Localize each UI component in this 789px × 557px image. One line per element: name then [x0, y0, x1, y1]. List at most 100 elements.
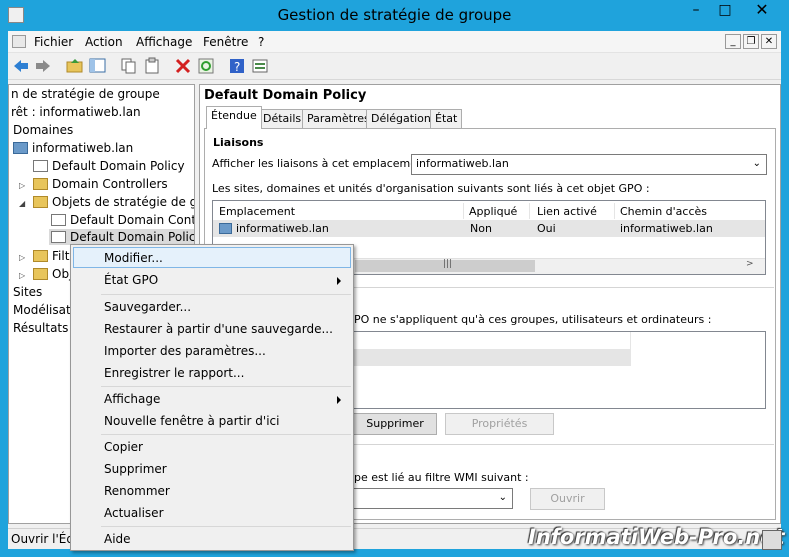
domain-icon	[219, 223, 232, 234]
tab-status[interactable]: État	[430, 109, 463, 128]
properties-button[interactable]: Propriétés	[445, 413, 554, 435]
submenu-arrow-icon	[337, 396, 341, 404]
col-location[interactable]: Emplacement	[219, 205, 295, 218]
chevron-down-icon: ⌄	[498, 492, 507, 503]
context-item-backup[interactable]: Sauvegarder...	[104, 300, 191, 314]
document-icon[interactable]	[12, 35, 26, 48]
context-item-gpo-status[interactable]: État GPO	[104, 273, 158, 287]
tree-dc-label: Domain Controllers	[52, 177, 168, 191]
menu-fenetre[interactable]: Fenêtre	[203, 35, 248, 49]
links-label: Afficher les liaisons à cet emplacement …	[212, 157, 436, 170]
security-filter-description: PO ne s'appliquent qu'à ces groupes, uti…	[354, 313, 712, 326]
row-path: informatiweb.lan	[620, 222, 713, 235]
row-enforced: Non	[470, 222, 492, 235]
col-divider	[529, 203, 530, 219]
col-divider	[463, 203, 464, 219]
menu-separator	[101, 526, 351, 527]
up-folder-icon[interactable]	[66, 57, 84, 75]
wmi-filter-description: pe est lié au filtre WMI suivant :	[354, 471, 529, 484]
close-icon[interactable]: ✕	[740, 1, 784, 21]
tree-ddp-label: Default Domain Policy	[52, 159, 185, 173]
gpo-title: Default Domain Policy	[204, 88, 367, 103]
maximize-icon[interactable]: □	[712, 1, 738, 21]
tree-gpo-objects[interactable]: Objets de stratégie de grou	[33, 195, 194, 209]
tree-gpo-objects-label: Objets de stratégie de grou	[52, 195, 194, 209]
context-item-new-window[interactable]: Nouvelle fenêtre à partir d'ici	[104, 414, 279, 428]
folder-icon	[33, 250, 48, 262]
tab-settings[interactable]: Paramètres	[302, 109, 375, 128]
menu-separator	[101, 386, 351, 387]
row-location: informatiweb.lan	[219, 222, 329, 235]
tree-sites[interactable]: Sites	[13, 285, 42, 299]
properties-icon[interactable]	[251, 57, 269, 75]
context-item-delete[interactable]: Supprimer	[104, 462, 167, 476]
context-item-edit[interactable]: Modifier...	[104, 251, 163, 265]
folder-icon	[33, 268, 48, 280]
tab-scope[interactable]: Étendue	[206, 106, 262, 129]
tree-wmi-filters[interactable]: Filtr	[33, 249, 74, 263]
grip-icon: |||	[443, 259, 453, 269]
chevron-down-icon: ⌄	[752, 158, 761, 169]
menu-help[interactable]: ?	[258, 35, 264, 49]
context-item-save-report[interactable]: Enregistrer le rapport...	[104, 366, 244, 380]
menu-fichier[interactable]: Fichier	[34, 35, 73, 49]
minimize-icon[interactable]: –	[683, 1, 709, 21]
wmi-filter-combo[interactable]: ⌄	[353, 488, 513, 509]
tree-ddp-link[interactable]: Default Domain Policy	[33, 159, 185, 173]
context-item-rename[interactable]: Renommer	[104, 484, 170, 498]
show-tree-icon[interactable]	[89, 57, 107, 75]
context-item-copy[interactable]: Copier	[104, 440, 143, 454]
collapse-icon[interactable]: ◢	[19, 199, 25, 208]
ou-folder-icon	[33, 178, 48, 190]
tab-details[interactable]: Détails	[258, 109, 307, 128]
mdi-close-icon[interactable]: ✕	[761, 34, 777, 49]
links-description: Les sites, domaines et unités d'organisa…	[212, 182, 650, 195]
paste-icon[interactable]	[143, 57, 161, 75]
tree-domains[interactable]: Domaines	[13, 123, 73, 137]
delete-icon[interactable]	[174, 57, 192, 75]
menu-action[interactable]: Action	[85, 35, 123, 49]
links-location-combo[interactable]: informatiweb.lan ⌄	[411, 154, 767, 175]
remove-button[interactable]: Supprimer	[353, 413, 437, 435]
menu-separator	[101, 434, 351, 435]
domain-icon	[13, 142, 28, 154]
open-button[interactable]: Ouvrir	[530, 488, 605, 510]
context-item-import[interactable]: Importer des paramètres...	[104, 344, 266, 358]
expand-icon[interactable]: ▷	[19, 271, 25, 280]
gpo-link-icon	[33, 160, 48, 172]
forward-icon[interactable]	[34, 57, 52, 75]
col-path[interactable]: Chemin d'accès	[620, 205, 707, 218]
tree-modeling[interactable]: Modélisati	[13, 303, 74, 317]
context-item-restore[interactable]: Restaurer à partir d'une sauvegarde...	[104, 322, 333, 336]
tree-root[interactable]: n de stratégie de groupe	[11, 87, 160, 101]
col-enforced[interactable]: Appliqué	[469, 205, 517, 218]
refresh-icon[interactable]	[197, 57, 215, 75]
tree-forest[interactable]: rêt : informatiweb.lan	[11, 105, 141, 119]
submenu-arrow-icon	[337, 277, 341, 285]
expand-icon[interactable]: ▷	[19, 253, 25, 262]
status-text: Ouvrir l'Édi	[11, 532, 78, 546]
back-icon[interactable]	[12, 57, 30, 75]
scroll-right-icon[interactable]: >	[746, 259, 754, 269]
tree-starter[interactable]: Obj	[33, 267, 72, 281]
col-enabled[interactable]: Lien activé	[537, 205, 597, 218]
mdi-restore-icon[interactable]: ❐	[743, 34, 759, 49]
tab-delegation[interactable]: Délégation	[366, 109, 436, 128]
context-item-refresh[interactable]: Actualiser	[104, 506, 164, 520]
help-icon[interactable]: ?	[228, 57, 246, 75]
tree-ddcp[interactable]: Default Domain Contro	[51, 213, 194, 227]
context-item-help[interactable]: Aide	[104, 532, 131, 546]
tree-ddp-selected-label: Default Domain Policy	[70, 230, 195, 244]
tree-dc[interactable]: Domain Controllers	[33, 177, 168, 191]
copy-icon[interactable]	[120, 57, 138, 75]
tree-domain-node[interactable]: informatiweb.lan	[13, 141, 133, 155]
gpo-icon	[51, 214, 66, 226]
row-enabled: Oui	[537, 222, 556, 235]
context-item-view[interactable]: Affichage	[104, 392, 160, 406]
col-divider	[614, 203, 615, 219]
mdi-minimize-icon[interactable]: _	[725, 34, 741, 49]
menu-affichage[interactable]: Affichage	[136, 35, 192, 49]
expand-icon[interactable]: ▷	[19, 181, 25, 190]
window-title: Gestion de stratégie de groupe	[277, 6, 512, 24]
tree-ddp-selected[interactable]: Default Domain Policy	[49, 229, 195, 245]
